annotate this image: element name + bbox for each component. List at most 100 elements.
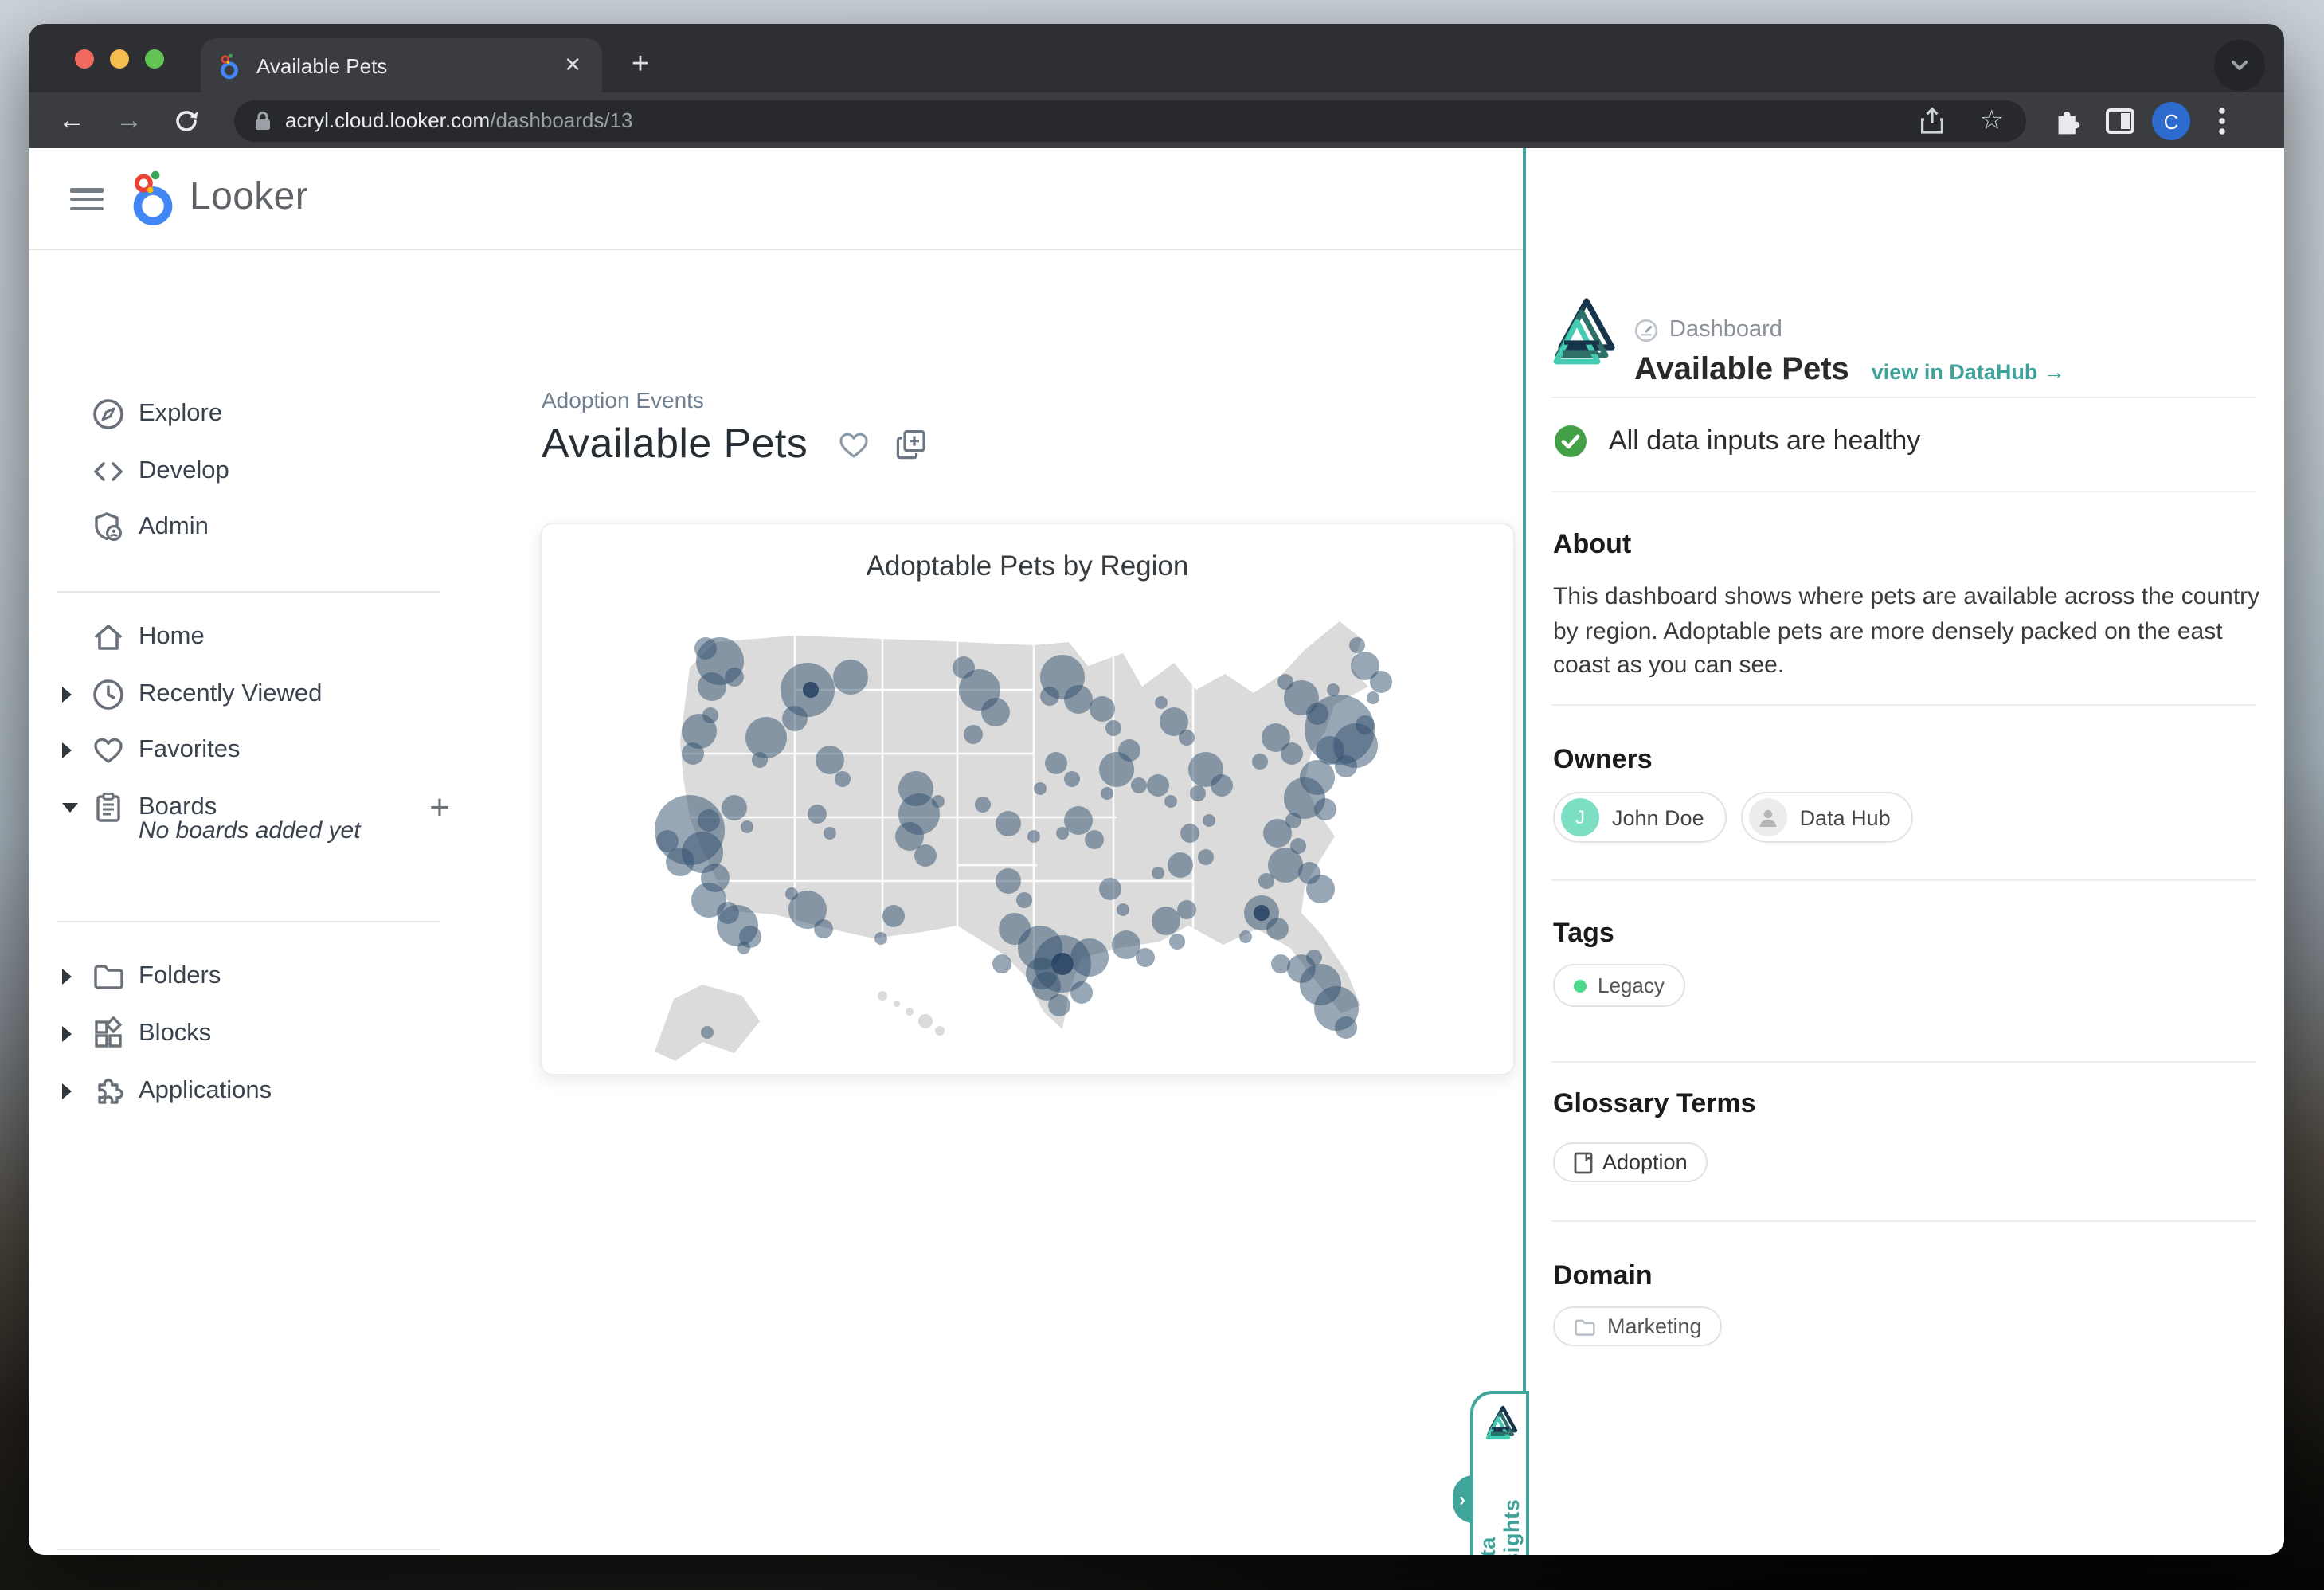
url-path: /dashboards/13 (490, 108, 632, 132)
reload-button[interactable] (166, 100, 207, 142)
sidebar-item-explore[interactable]: Explore (29, 386, 470, 441)
divider (1551, 704, 2256, 706)
add-board-button[interactable]: + (419, 786, 460, 828)
clipboard-icon (91, 789, 126, 824)
expander-icon[interactable] (62, 1083, 72, 1099)
sidebar-item-recently-viewed[interactable]: Recently Viewed (29, 667, 470, 721)
owner-name: Data Hub (1800, 805, 1891, 829)
divider (57, 920, 440, 922)
domain-chip[interactable]: Marketing (1553, 1306, 1723, 1346)
browser-tab[interactable]: Available Pets ✕ (201, 38, 602, 92)
us-bubble-map[interactable] (556, 594, 1500, 1072)
sidebar-item-develop[interactable]: Develop (29, 444, 470, 498)
tab-overview-button[interactable] (2214, 40, 2265, 91)
side-panel-button[interactable] (2099, 100, 2141, 142)
close-window-button[interactable] (75, 49, 94, 69)
menu-hamburger-icon[interactable] (70, 188, 104, 210)
breadcrumb[interactable]: Adoption Events (542, 387, 704, 413)
datahub-logo-small (1484, 1405, 1517, 1442)
lock-icon (253, 109, 272, 131)
expander-icon[interactable] (62, 686, 72, 702)
looker-logo-icon (127, 169, 178, 226)
tag-color-dot (1574, 979, 1587, 992)
close-tab-icon[interactable]: ✕ (559, 53, 586, 78)
health-status-row: All data inputs are healthy (1553, 424, 1920, 459)
zoom-window-button[interactable] (145, 49, 164, 69)
data-insights-tab[interactable]: Data Insights › (1469, 1391, 1528, 1555)
tag-chip[interactable]: Legacy (1553, 964, 1685, 1007)
profile-avatar[interactable]: C (2150, 100, 2192, 142)
extensions-button[interactable] (2047, 100, 2088, 142)
entity-type-label: Dashboard (1669, 317, 1782, 343)
sidebar-item-home[interactable]: Home (29, 609, 470, 664)
divider (1551, 491, 2256, 492)
dashboard-title-row: Available Pets (542, 419, 929, 468)
forward-button[interactable]: → (108, 100, 150, 142)
favorite-heart-icon[interactable] (836, 426, 871, 461)
sidebar-item-blocks[interactable]: Blocks (29, 1006, 470, 1060)
add-to-board-icon[interactable] (894, 426, 929, 461)
alaska-shape (655, 985, 760, 1061)
looker-wordmark: Looker (190, 175, 308, 220)
boards-empty-text: No boards added yet (139, 817, 361, 844)
health-check-icon (1553, 424, 1588, 459)
looker-sidebar: Explore Develop (29, 249, 470, 1555)
expander-icon[interactable] (62, 1025, 72, 1041)
tab-strip: Available Pets ✕ + (29, 24, 2284, 92)
chart-card: Adoptable Pets by Region (540, 523, 1515, 1075)
looker-top-bar: Looker (29, 148, 1522, 249)
browser-menu-button[interactable] (2201, 100, 2243, 142)
owner-name: John Doe (1612, 805, 1704, 829)
sidebar-item-admin[interactable]: Admin (29, 499, 470, 554)
tab-title: Available Pets (256, 53, 559, 77)
three-dot-menu-icon (2219, 107, 2225, 135)
about-heading: About (1553, 529, 1631, 561)
domain-heading: Domain (1553, 1260, 1653, 1292)
blocks-icon (91, 1016, 126, 1051)
view-in-datahub-link[interactable]: view in DataHub → (1872, 360, 2065, 384)
tags-list: Legacy (1553, 964, 1685, 1007)
divider (1551, 397, 2256, 398)
bookmark-star-icon[interactable]: ☆ (1980, 104, 2005, 136)
looker-logo: Looker (127, 169, 308, 226)
sidebar-item-label: Folders (139, 961, 221, 990)
sidebar-item-applications[interactable]: Applications (29, 1063, 470, 1118)
new-tab-button[interactable]: + (621, 46, 659, 84)
avatar: C (2152, 102, 2190, 140)
folder-icon (1574, 1317, 1596, 1336)
address-bar[interactable]: acryl.cloud.looker.com/dashboards/13 ☆ (234, 100, 2026, 141)
about-text: This dashboard shows where pets are avai… (1553, 580, 2283, 683)
entity-type-row: Dashboard (1634, 317, 1782, 343)
chevron-right-icon: › (1459, 1488, 1465, 1510)
tag-label: Legacy (1598, 973, 1665, 997)
share-icon[interactable] (1919, 106, 1945, 135)
expander-icon[interactable] (62, 742, 72, 758)
heart-icon (91, 732, 126, 767)
glossary-term-chip[interactable]: Adoption (1553, 1142, 1708, 1182)
entity-title: Available Pets (1634, 352, 1849, 389)
back-button[interactable]: ← (51, 100, 92, 142)
datahub-panel: Dashboard Available Pets view in DataHub… (1526, 148, 2284, 1555)
expander-icon[interactable] (62, 968, 72, 984)
minimize-window-button[interactable] (110, 49, 129, 69)
dashboard-gauge-icon (1634, 318, 1658, 342)
datahub-logo (1550, 296, 1617, 370)
domains-list: Marketing (1553, 1306, 1723, 1346)
owner-chip[interactable]: Data Hub (1741, 792, 1913, 843)
avatar: J (1561, 798, 1599, 836)
clock-icon (91, 676, 126, 711)
hawaii-shapes (878, 991, 945, 1036)
owner-chip[interactable]: J John Doe (1553, 792, 1727, 843)
sidebar-item-favorites[interactable]: Favorites (29, 723, 470, 777)
browser-window: Available Pets ✕ + ← → (29, 24, 2284, 1555)
data-insights-label: Data Insights (1473, 1448, 1525, 1555)
sidebar-item-label: Blocks (139, 1019, 211, 1048)
owners-list: J John Doe Data Hub (1553, 792, 1913, 843)
sidebar-item-folders[interactable]: Folders (29, 949, 470, 1003)
split-screen-icon (2106, 108, 2134, 134)
divider (57, 1548, 440, 1549)
folder-icon (91, 958, 126, 993)
looker-favicon (217, 52, 242, 79)
sidebar-item-label: Develop (139, 456, 229, 485)
expander-icon[interactable] (62, 802, 78, 812)
